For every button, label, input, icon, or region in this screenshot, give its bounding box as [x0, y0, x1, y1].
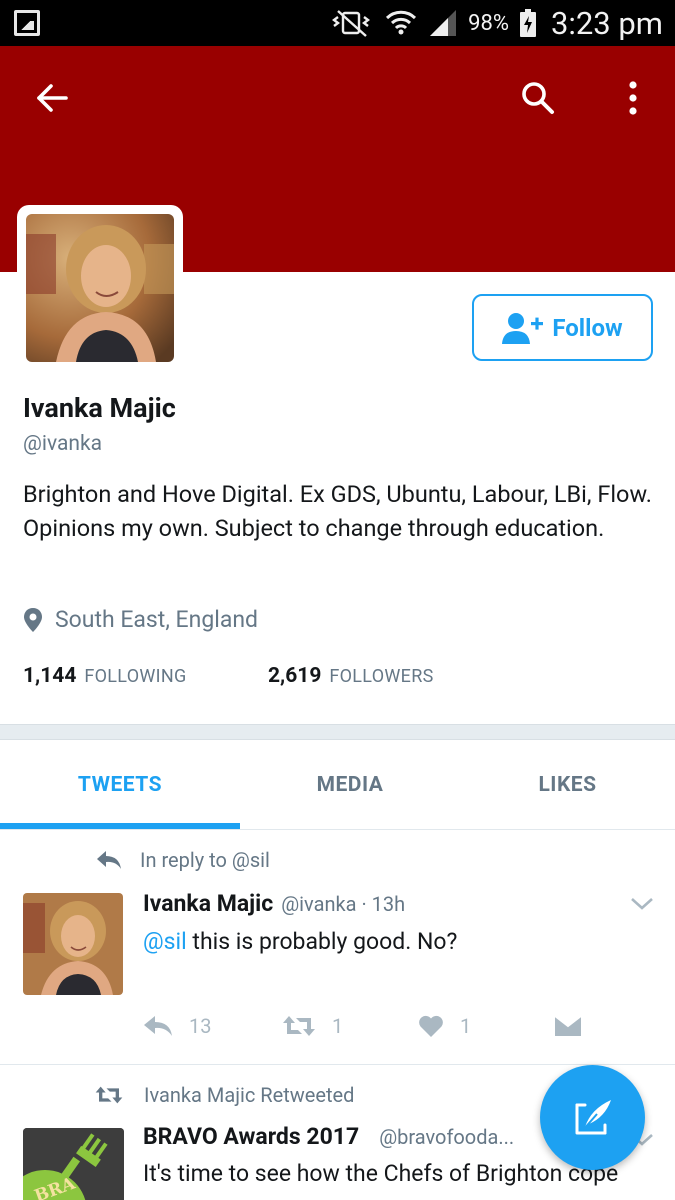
tweet-options-button[interactable]	[630, 896, 654, 915]
profile-name: Ivanka Majic	[23, 392, 176, 424]
profile-handle: @ivanka	[23, 432, 103, 456]
tweet-author-name[interactable]: Ivanka Majic	[143, 890, 273, 917]
tweet-meta: @ivanka · 13h	[281, 892, 406, 916]
add-user-icon	[502, 312, 544, 344]
tweet-separator	[0, 1064, 675, 1065]
following-label: FOLLOWING	[84, 666, 187, 687]
profile-bio: Brighton and Hove Digital. Ex GDS, Ubunt…	[23, 480, 652, 542]
tweet-body: this is probably good. No?	[186, 928, 458, 955]
heart-icon	[419, 1015, 443, 1037]
mention-link[interactable]: @sil	[143, 928, 187, 955]
tweet-text: @sil this is probably good. No?	[143, 928, 457, 955]
location-pin-icon	[24, 607, 42, 632]
search-icon	[522, 82, 554, 114]
search-button[interactable]	[514, 74, 562, 122]
avatar	[26, 214, 174, 362]
location-text: South East, England	[55, 606, 259, 633]
arrow-left-icon	[37, 84, 68, 112]
follow-label: Follow	[552, 313, 623, 342]
tweet-avatar-photo	[23, 893, 123, 995]
vibrate-mute-icon	[332, 10, 371, 37]
reply-context: In reply to @sil	[96, 848, 270, 872]
clock: 3:23 pm	[550, 4, 663, 42]
retweet-context-text: Ivanka Majic Retweeted	[144, 1083, 355, 1107]
following-count: 1,144	[23, 664, 77, 688]
status-icons: 98% 3:23 pm	[330, 0, 663, 46]
compose-tweet-button[interactable]	[540, 1065, 645, 1170]
retweet-icon	[283, 1016, 315, 1036]
reply-context-text: In reply to @sil	[140, 848, 270, 872]
compose-feather-icon	[575, 1099, 611, 1134]
retweet-icon	[95, 1086, 123, 1104]
tweet-header: Ivanka Majic @ivanka · 13h	[143, 890, 405, 917]
tweet-meta: @bravofooda...	[379, 1125, 515, 1149]
retweet-button[interactable]: 1	[282, 1014, 343, 1038]
status-bar: 98% 3:23 pm	[0, 0, 675, 46]
wifi-icon	[386, 10, 417, 35]
tab-likes[interactable]: LIKES	[460, 740, 675, 830]
tweet-header: BRAVO Awards 2017 @bravofooda...	[143, 1123, 514, 1150]
followers-count: 2,619	[268, 664, 322, 688]
tweet-author-name[interactable]: BRAVO Awards 2017	[143, 1123, 359, 1150]
tweet-text: It's time to see how the Chefs of Bright…	[143, 1160, 619, 1187]
avatar[interactable]: BRA	[23, 1128, 124, 1200]
retweet-context: Ivanka Majic Retweeted	[94, 1083, 354, 1107]
back-button[interactable]	[28, 74, 76, 122]
like-count: 1	[460, 1014, 472, 1038]
profile-tabs: TWEETS MEDIA LIKES	[0, 740, 675, 830]
section-divider	[0, 724, 675, 740]
tweet-actions: 13 1 1	[0, 1014, 675, 1048]
followers-stat[interactable]: 2,619 FOLLOWERS	[268, 664, 434, 688]
more-options-button[interactable]	[609, 74, 657, 122]
avatar[interactable]	[23, 893, 123, 995]
reply-icon	[144, 1016, 172, 1036]
bravo-logo: BRA	[23, 1128, 124, 1200]
reply-button[interactable]: 13	[143, 1014, 211, 1038]
gallery-notification-icon	[14, 10, 40, 36]
like-button[interactable]: 1	[418, 1014, 471, 1038]
avatar-photo	[26, 214, 174, 362]
envelope-icon	[554, 1015, 582, 1036]
followers-label: FOLLOWERS	[329, 666, 434, 687]
reply-count: 13	[189, 1014, 212, 1038]
tab-tweets[interactable]: TWEETS	[0, 740, 240, 830]
chevron-down-icon	[631, 898, 653, 910]
follow-button[interactable]: Follow	[472, 294, 653, 361]
following-stat[interactable]: 1,144 FOLLOWING	[23, 664, 187, 688]
active-tab-indicator	[0, 823, 240, 829]
profile-avatar[interactable]	[17, 205, 183, 371]
tab-media[interactable]: MEDIA	[240, 740, 460, 830]
battery-charging-icon	[519, 9, 536, 37]
more-vertical-icon	[629, 81, 637, 115]
reply-icon	[97, 851, 121, 869]
retweet-count: 1	[332, 1014, 344, 1038]
battery-percent: 98%	[468, 10, 509, 36]
profile-location: South East, England	[23, 606, 258, 633]
signal-icon	[430, 10, 457, 36]
direct-message-button[interactable]	[554, 1014, 582, 1038]
